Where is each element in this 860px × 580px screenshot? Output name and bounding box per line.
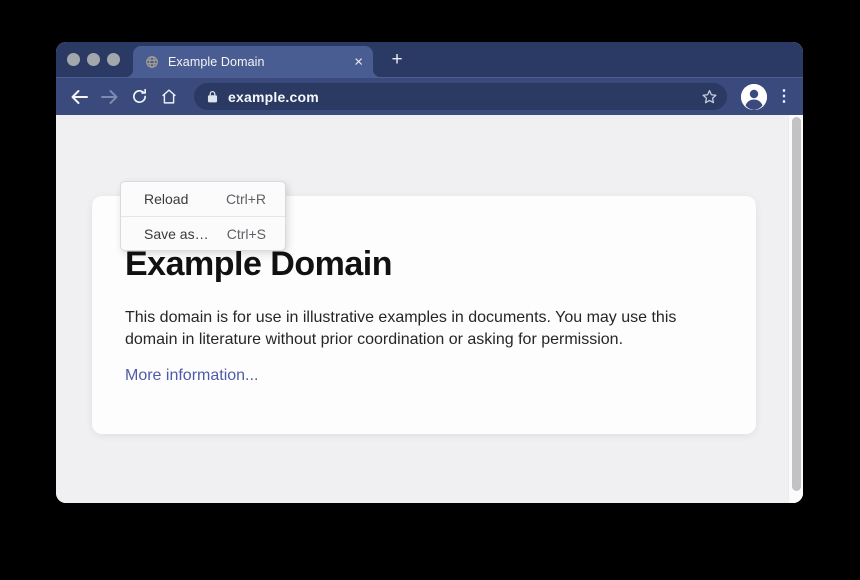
tab-title: Example Domain	[168, 55, 265, 69]
menu-item-reload[interactable]: Reload Ctrl+R	[121, 182, 285, 216]
tab-example-domain[interactable]: Example Domain ×	[133, 46, 373, 77]
context-menu: Reload Ctrl+R Save as… Ctrl+S	[120, 181, 286, 251]
titlebar: Example Domain × +	[56, 42, 803, 77]
menu-item-shortcut: Ctrl+S	[227, 226, 266, 242]
forward-arrow-icon	[100, 89, 119, 105]
person-icon	[741, 84, 767, 110]
bookmark-star-button[interactable]	[701, 88, 718, 105]
lock-icon[interactable]	[207, 90, 218, 103]
browser-menu-kebab-icon[interactable]: ⋮	[775, 89, 793, 105]
scrollbar[interactable]	[788, 115, 803, 503]
window-minimize-button[interactable]	[87, 53, 100, 66]
home-button[interactable]	[154, 82, 184, 112]
paragraph-line-1: This domain is for use in illustrative e…	[125, 307, 723, 329]
traffic-lights	[67, 53, 120, 66]
url-text: example.com	[228, 89, 319, 105]
back-button[interactable]	[64, 82, 94, 112]
menu-item-label: Reload	[144, 191, 188, 207]
forward-button[interactable]	[94, 82, 124, 112]
page-paragraph: This domain is for use in illustrative e…	[125, 307, 723, 351]
page-viewport: Example Domain This domain is for use in…	[56, 115, 803, 503]
browser-window: Example Domain × +	[56, 42, 803, 503]
toolbar: example.com ⋮	[56, 77, 803, 115]
window-close-button[interactable]	[67, 53, 80, 66]
profile-avatar-button[interactable]	[741, 84, 767, 110]
favicon-globe-icon	[145, 55, 159, 69]
back-arrow-icon	[70, 89, 89, 105]
new-tab-button[interactable]: +	[387, 48, 407, 72]
reload-icon	[131, 88, 148, 105]
address-bar[interactable]: example.com	[194, 83, 727, 110]
menu-item-label: Save as…	[144, 226, 209, 242]
tab-close-icon[interactable]: ×	[354, 54, 363, 69]
scrollbar-thumb[interactable]	[792, 117, 801, 491]
menu-item-save-as[interactable]: Save as… Ctrl+S	[121, 216, 285, 250]
reload-button[interactable]	[124, 82, 154, 112]
menu-item-shortcut: Ctrl+R	[226, 191, 266, 207]
more-information-link[interactable]: More information...	[125, 367, 258, 385]
paragraph-line-2: domain in literature without prior coord…	[125, 329, 723, 351]
home-icon	[160, 88, 178, 105]
window-zoom-button[interactable]	[107, 53, 120, 66]
